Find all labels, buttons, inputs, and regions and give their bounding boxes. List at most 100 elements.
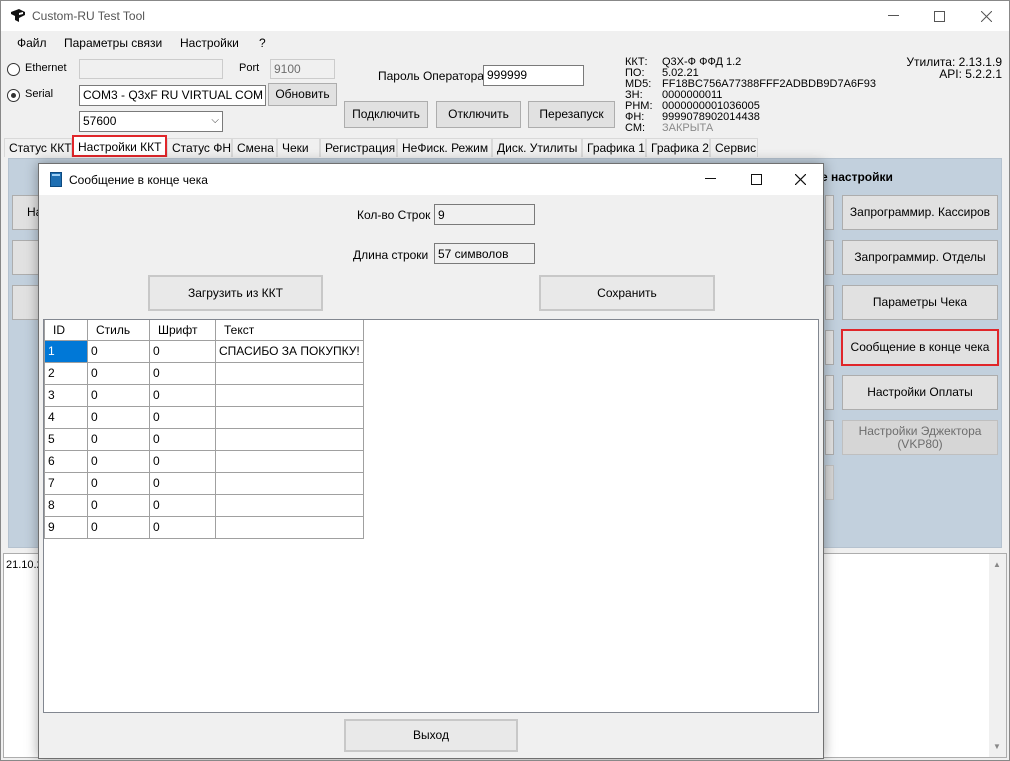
cell-id[interactable]: 5 [44,427,88,451]
cell-font[interactable]: 0 [149,449,216,473]
program-cashiers-button[interactable]: Запрограммир. Кассиров [842,195,998,230]
cell-text[interactable]: СПАСИБО ЗА ПОКУПКУ! [215,339,364,363]
program-departments-button[interactable]: Запрограммир. Отделы [842,240,998,275]
tab-graphics-1[interactable]: Графика 1 [582,138,646,157]
column-header-font[interactable]: Шрифт [149,320,216,341]
close-button[interactable] [963,1,1009,31]
cell-style[interactable]: 0 [87,449,150,473]
mid-settings-button-7[interactable] [825,465,834,500]
tab-receipts[interactable]: Чеки [277,138,320,157]
tab-graphics-2[interactable]: Графика 2 [646,138,710,157]
mid-settings-button-3[interactable] [825,285,834,320]
cell-font[interactable]: 0 [149,405,216,429]
tab-fn-status[interactable]: Статус ФН [167,138,232,157]
mid-settings-button-1[interactable] [825,195,834,230]
dialog-minimize-button[interactable] [687,164,733,194]
cell-id[interactable]: 3 [44,383,88,407]
cell-id[interactable]: 4 [44,405,88,429]
minimize-button[interactable] [870,1,916,31]
scroll-up-icon[interactable]: ▲ [993,560,1001,569]
tab-registration[interactable]: Регистрация [320,138,397,157]
tab-kkt-status[interactable]: Статус ККТ [4,138,72,157]
com-port-select[interactable]: COM3 - Q3xF RU VIRTUAL COM ( ⌵ [79,85,266,106]
tab-nonfiscal-mode[interactable]: НеФиск. Режим [397,138,492,157]
table-row[interactable]: 1 0 0 СПАСИБО ЗА ПОКУПКУ! [44,339,364,363]
cell-text[interactable] [215,383,364,407]
exit-button[interactable]: Выход [344,719,518,752]
payment-settings-button[interactable]: Настройки Оплаты [842,375,998,410]
mid-settings-button-4[interactable] [825,330,834,365]
ejector-settings-button[interactable]: Настройки Эджектора (VKP80) [842,420,998,455]
cell-text[interactable] [215,427,364,451]
cell-text[interactable] [215,515,364,539]
column-header-style[interactable]: Стиль [87,320,150,341]
cell-text[interactable] [215,361,364,385]
receipt-end-message-button[interactable]: Сообщение в конце чека [841,329,999,366]
disconnect-button[interactable]: Отключить [436,101,521,128]
tab-shift[interactable]: Смена [232,138,277,157]
cell-style[interactable]: 0 [87,493,150,517]
cell-font[interactable]: 0 [149,515,216,539]
tab-disk-utilities[interactable]: Диск. Утилиты [492,138,582,157]
ip-address-input[interactable] [79,59,223,79]
refresh-button[interactable]: Обновить [268,83,337,106]
table-row[interactable]: 7 0 0 [44,471,364,495]
cell-id[interactable]: 7 [44,471,88,495]
menu-settings[interactable]: Настройки [180,36,239,50]
ethernet-radio[interactable] [7,63,20,76]
mid-settings-button-2[interactable] [825,240,834,275]
cell-id[interactable]: 9 [44,515,88,539]
cell-font[interactable]: 0 [149,383,216,407]
cell-text[interactable] [215,471,364,495]
operator-password-input[interactable]: 999999 [483,65,584,86]
log-scrollbar[interactable]: ▲ ▼ [989,554,1006,757]
menu-connection-params[interactable]: Параметры связи [64,36,162,50]
cell-style[interactable]: 0 [87,361,150,385]
cell-font[interactable]: 0 [149,493,216,517]
cell-font[interactable]: 0 [149,361,216,385]
tab-kkt-settings[interactable]: Настройки ККТ [72,135,167,157]
tab-service[interactable]: Сервис [710,138,758,157]
port-input[interactable]: 9100 [270,59,335,79]
cell-id[interactable]: 1 [44,339,88,363]
cell-style[interactable]: 0 [87,339,150,363]
cell-text[interactable] [215,449,364,473]
table-row[interactable]: 8 0 0 [44,493,364,517]
baud-rate-select[interactable]: 57600 ⌵ [79,111,223,132]
dialog-maximize-button[interactable] [733,164,779,194]
cell-id[interactable]: 8 [44,493,88,517]
column-header-id[interactable]: ID [44,320,88,341]
mid-settings-button-6[interactable] [825,420,834,455]
restart-button[interactable]: Перезапуск [528,101,615,128]
table-row[interactable]: 9 0 0 [44,515,364,539]
cell-text[interactable] [215,405,364,429]
maximize-button[interactable] [916,1,962,31]
cell-font[interactable]: 0 [149,339,216,363]
menu-file[interactable]: Файл [17,36,47,50]
load-from-kkt-button[interactable]: Загрузить из ККТ [148,275,323,311]
column-header-text[interactable]: Текст [215,320,364,341]
message-lines-grid[interactable]: ID Стиль Шрифт Текст 1 0 0 СПАСИБО ЗА ПО… [43,319,819,713]
cell-text[interactable] [215,493,364,517]
serial-radio[interactable] [7,89,20,102]
cell-style[interactable]: 0 [87,427,150,451]
table-row[interactable]: 6 0 0 [44,449,364,473]
cell-style[interactable]: 0 [87,405,150,429]
table-row[interactable]: 3 0 0 [44,383,364,407]
cell-id[interactable]: 2 [44,361,88,385]
dialog-close-button[interactable] [777,164,823,194]
connect-button[interactable]: Подключить [344,101,428,128]
cell-style[interactable]: 0 [87,383,150,407]
cell-id[interactable]: 6 [44,449,88,473]
scroll-down-icon[interactable]: ▼ [993,742,1001,751]
save-button[interactable]: Сохранить [539,275,715,311]
receipt-params-button[interactable]: Параметры Чека [842,285,998,320]
mid-settings-button-5[interactable] [825,375,834,410]
cell-style[interactable]: 0 [87,515,150,539]
menu-help[interactable]: ? [259,36,266,50]
cell-font[interactable]: 0 [149,471,216,495]
table-row[interactable]: 4 0 0 [44,405,364,429]
cell-font[interactable]: 0 [149,427,216,451]
table-row[interactable]: 2 0 0 [44,361,364,385]
cell-style[interactable]: 0 [87,471,150,495]
